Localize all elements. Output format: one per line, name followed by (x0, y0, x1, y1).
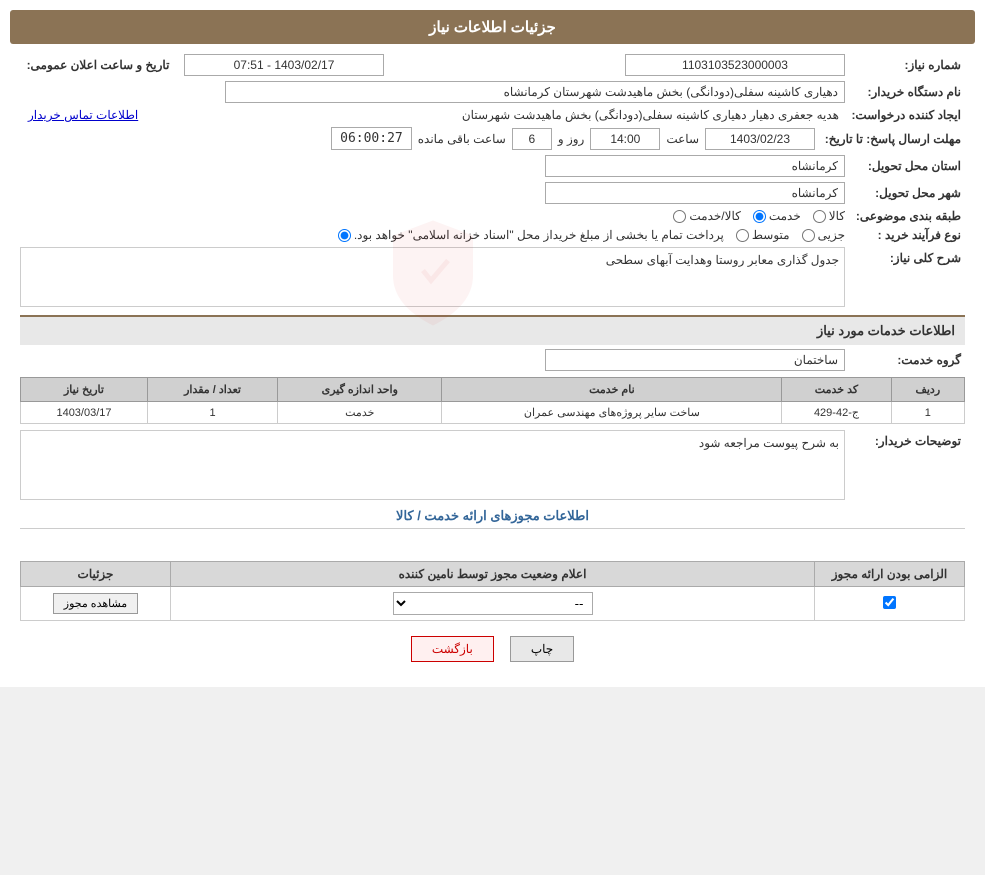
moshahede-majoz-button[interactable]: مشاهده مجوز (53, 593, 138, 614)
page-header: جزئیات اطلاعات نیاز (10, 10, 975, 44)
licenses-section-title: اطلاعات مجوزهای ارائه خدمت / کالا (20, 508, 965, 529)
ijadKonande-value: هدیه جعفری دهیار دهیاری کاشینه سفلی(دودا… (138, 108, 845, 122)
shomareNiaz-value: 1103103523000003 (625, 54, 845, 76)
shahr-label: شهر محل تحویل: (845, 186, 965, 200)
radio-asnad[interactable]: پرداخت تمام یا بخشی از مبلغ خریداز محل "… (338, 228, 724, 242)
cell-tedad: 1 (147, 402, 277, 424)
shahr-value: کرمانشاه (545, 182, 845, 204)
ijadKonande-label: ایجاد کننده درخواست: (845, 108, 965, 122)
table-row: 1 ج-42-429 ساخت سایر پروژه‌های مهندسی عم… (21, 402, 965, 424)
countdown-label: ساعت باقی مانده (418, 132, 506, 146)
col-elzami: الزامی بودن ارائه مجوز (815, 562, 965, 587)
shomareNiaz-label: شماره نیاز: (845, 58, 965, 72)
radio-kala-khadamat[interactable]: کالا/خدمت (673, 209, 740, 223)
page-wrapper: جزئیات اطلاعات نیاز شماره نیاز: 11031035… (0, 0, 985, 687)
radio-mottavas-label: متوسط (752, 228, 790, 242)
sharhKoli-label: شرح کلی نیاز: (845, 247, 965, 265)
sharhKoli-container: جدول گذاری معابر روستا وهدایت آبهای سطحی (20, 247, 845, 307)
noeFarayand-label: نوع فرآیند خرید : (845, 228, 965, 242)
buyer-notes-label: توضیحات خریدار: (845, 430, 965, 448)
radio-kala[interactable]: کالا (813, 209, 845, 223)
mohlat-date: 1403/02/23 (705, 128, 815, 150)
page-title: جزئیات اطلاعات نیاز (429, 19, 556, 36)
licenses-table: الزامی بودن ارائه مجوز اعلام وضعیت مجوز … (20, 561, 965, 621)
cell-joziyat: مشاهده مجوز (21, 587, 171, 621)
roz-label: روز و (558, 132, 585, 146)
col-vahed: واحد اندازه گیری (278, 378, 442, 402)
radio-jozi[interactable]: جزیی (802, 228, 845, 242)
radio-kala-khadamat-input[interactable] (673, 210, 686, 223)
cell-kod: ج-42-429 (782, 402, 891, 424)
mohlat-saat: 14:00 (590, 128, 660, 150)
radio-kala-input[interactable] (813, 210, 826, 223)
ostan-label: استان محل تحویل: (845, 159, 965, 173)
col-kod: کد خدمت (782, 378, 891, 402)
tabaqe-radio-group: کالا خدمت کالا/خدمت (673, 209, 845, 223)
radio-kala-khadamat-label: کالا/خدمت (689, 209, 740, 223)
cell-vahed: خدمت (278, 402, 442, 424)
cell-radif: 1 (891, 402, 964, 424)
farayand-radio-group: جزیی متوسط پرداخت تمام یا بخشی از مبلغ خ… (338, 228, 845, 242)
radio-jozi-label: جزیی (818, 228, 845, 242)
radio-khadamat-input[interactable] (753, 210, 766, 223)
elzami-checkbox[interactable] (883, 596, 896, 609)
license-row: -- مشاهده مجوز (21, 587, 965, 621)
tabaqe-label: طبقه بندی موضوعی: (845, 209, 965, 223)
ostan-value: کرمانشاه (545, 155, 845, 177)
buyer-notes-container: به شرح پیوست مراجعه شود (20, 430, 845, 500)
cell-name: ساخت سایر پروژه‌های مهندسی عمران (442, 402, 782, 424)
main-content: شماره نیاز: 1103103523000003 1403/02/17 … (10, 54, 975, 662)
print-button[interactable]: چاپ (510, 636, 574, 662)
mohlat-countdown: 06:00:27 (331, 127, 412, 150)
aelamVaziat-select[interactable]: -- (393, 592, 593, 615)
col-name: نام خدمت (442, 378, 782, 402)
col-joziyat: جزئیات (21, 562, 171, 587)
grooh-value: ساختمان (545, 349, 845, 371)
cell-aelamVaziat: -- (171, 587, 815, 621)
mohlat-roz: 6 (512, 128, 552, 150)
grooh-label: گروه خدمت: (845, 353, 965, 367)
radio-kala-label: کالا (829, 209, 845, 223)
ittela-tamas-link[interactable]: اطلاعات تماس خریدار (28, 108, 138, 122)
sharhKoli-value: جدول گذاری معابر روستا وهدایت آبهای سطحی (606, 253, 839, 267)
khadamat-table: ردیف کد خدمت نام خدمت واحد اندازه گیری ت… (20, 377, 965, 424)
saat-label: ساعت (666, 132, 699, 146)
col-radif: ردیف (891, 378, 964, 402)
col-aelamVaziat: اعلام وضعیت مجوز توسط نامین کننده (171, 562, 815, 587)
action-buttons: چاپ بازگشت (20, 636, 965, 662)
namDastgah-value: دهیاری کاشینه سفلی(دودانگی) بخش ماهیدشت … (225, 81, 845, 103)
radio-mottavas[interactable]: متوسط (736, 228, 790, 242)
radio-jozi-input[interactable] (802, 229, 815, 242)
col-tarikh: تاریخ نیاز (21, 378, 148, 402)
namDastgah-label: نام دستگاه خریدار: (845, 85, 965, 99)
back-button[interactable]: بازگشت (411, 636, 494, 662)
radio-asnad-label: پرداخت تمام یا بخشی از مبلغ خریداز محل "… (354, 228, 724, 242)
cell-elzami (815, 587, 965, 621)
tarikhSaat-value: 1403/02/17 - 07:51 (184, 54, 384, 76)
radio-khadamat[interactable]: خدمت (753, 209, 801, 223)
radio-asnad-input[interactable] (338, 229, 351, 242)
col-tedad: تعداد / مقدار (147, 378, 277, 402)
buyer-notes-value: به شرح پیوست مراجعه شود (699, 436, 839, 450)
cell-tarikh: 1403/03/17 (21, 402, 148, 424)
mohlat-label: مهلت ارسال پاسخ: تا تاریخ: (815, 132, 965, 146)
tarikhSaat-label: تاریخ و ساعت اعلان عمومی: (20, 58, 180, 72)
radio-mottavas-input[interactable] (736, 229, 749, 242)
khadamat-section-header: اطلاعات خدمات مورد نیاز (20, 315, 965, 345)
radio-khadamat-label: خدمت (769, 209, 801, 223)
